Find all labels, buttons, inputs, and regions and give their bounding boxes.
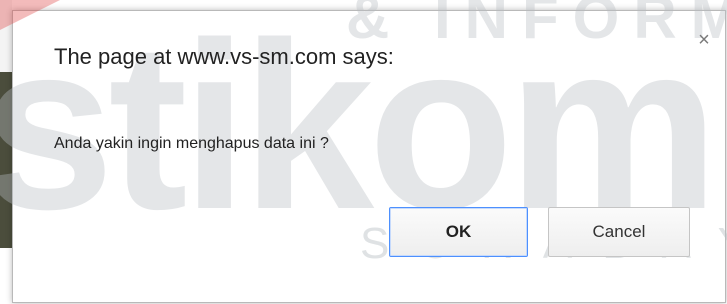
- background-page-strip: [0, 72, 12, 248]
- ok-button[interactable]: OK: [389, 207, 528, 257]
- dialog-title: The page at www.vs-sm.com says:: [54, 44, 394, 69]
- screen: & INFORMA stikom SURABAYA The page at ww…: [0, 0, 727, 304]
- dialog-content: The page at www.vs-sm.com says: × Anda y…: [12, 10, 726, 303]
- close-icon[interactable]: ×: [694, 30, 714, 50]
- dialog-message: Anda yakin ingin menghapus data ini ?: [54, 135, 329, 152]
- background-page-light: [0, 0, 12, 72]
- cancel-button[interactable]: Cancel: [548, 207, 690, 257]
